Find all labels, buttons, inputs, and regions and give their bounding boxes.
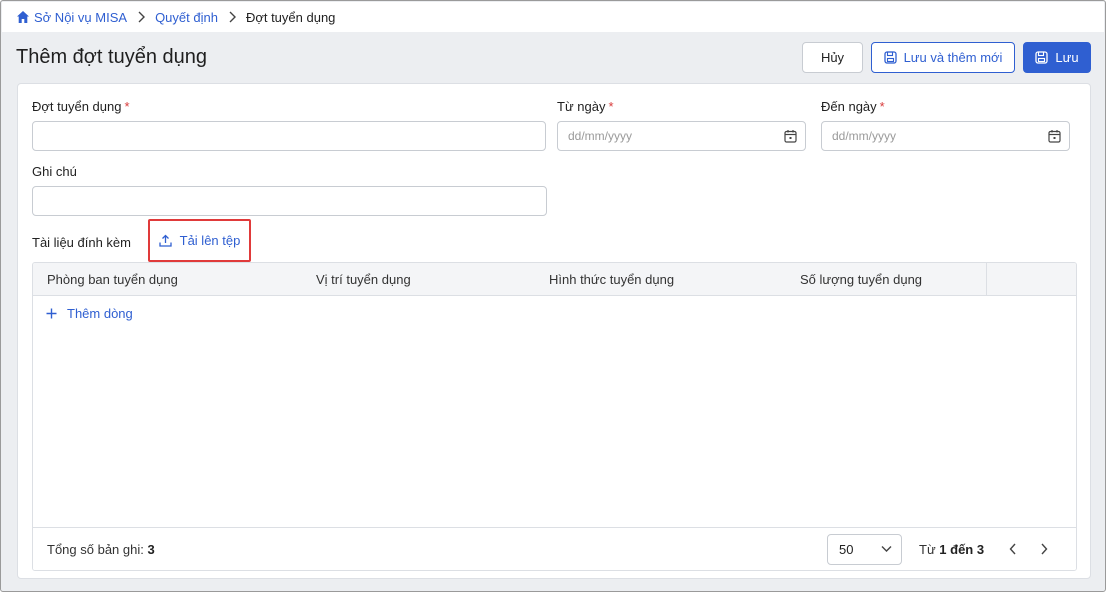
to-date-label-text: Đến ngày (821, 99, 877, 114)
save-label: Lưu (1055, 50, 1079, 65)
page-range: Từ 1 đến 3 (919, 542, 984, 557)
upload-file-button[interactable]: Tải lên tệp (148, 219, 251, 262)
add-row-label: Thêm dòng (67, 306, 133, 321)
breadcrumb-current: Đợt tuyển dụng (245, 9, 336, 25)
chevron-right-icon (228, 11, 236, 23)
column-divider (986, 263, 987, 296)
column-header-quantity[interactable]: Số lượng tuyển dụng (800, 272, 922, 287)
required-mark: * (124, 99, 130, 114)
calendar-icon[interactable] (1048, 129, 1061, 143)
total-records-label: Tổng số bản ghi: (47, 542, 144, 557)
to-date-label: Đến ngày * (821, 99, 885, 114)
from-date-input[interactable]: dd/mm/yyyy (557, 121, 806, 151)
chevron-down-icon (881, 545, 892, 553)
from-date-label: Từ ngày * (557, 99, 614, 114)
app-window: Sở Nội vụ MISA Quyết định Đợt tuyển dụng… (0, 0, 1106, 592)
batch-label-text: Đợt tuyển dụng (32, 99, 122, 114)
batch-input[interactable] (32, 121, 546, 151)
prev-page-button[interactable] (1004, 540, 1022, 558)
grid-footer: Tổng số bản ghi: 3 50 Từ 1 đến 3 (33, 527, 1076, 570)
breadcrumb-item-home[interactable]: Sở Nội vụ MISA (34, 10, 127, 25)
from-date-placeholder: dd/mm/yyyy (568, 129, 633, 143)
range-prefix: Từ (919, 542, 936, 557)
form-card: Đợt tuyển dụng * Từ ngày * dd/mm/yyyy Đến … (17, 83, 1091, 579)
to-date-input[interactable]: dd/mm/yyyy (821, 121, 1070, 151)
upload-icon (158, 234, 172, 247)
breadcrumb: Sở Nội vụ MISA Quyết định Đợt tuyển dụng (2, 2, 1104, 32)
save-icon (883, 51, 897, 64)
page-size-value: 50 (839, 542, 854, 557)
column-header-position[interactable]: Vị trí tuyển dụng (316, 272, 411, 287)
range-to: 3 (976, 542, 985, 557)
chevron-left-icon (1009, 543, 1017, 555)
save-button[interactable]: Lưu (1023, 42, 1091, 73)
attachments-label: Tài liệu đính kèm (32, 235, 131, 250)
grid-header: Phòng ban tuyển dụng Vị trí tuyển dụng H… (33, 263, 1076, 296)
page-title: Thêm đợt tuyển dụng (16, 46, 208, 68)
home-icon[interactable] (16, 10, 30, 24)
range-mid: đến (950, 542, 974, 557)
batch-label: Đợt tuyển dụng * (32, 99, 130, 114)
required-mark: * (879, 99, 885, 114)
save-and-new-label: Lưu và thêm mới (903, 50, 1003, 65)
to-date-placeholder: dd/mm/yyyy (832, 129, 897, 143)
add-row-button[interactable]: Thêm dòng (46, 306, 133, 321)
breadcrumb-item-decision[interactable]: Quyết định (155, 10, 218, 25)
chevron-right-icon (1040, 543, 1048, 555)
next-page-button[interactable] (1035, 540, 1053, 558)
save-and-new-button[interactable]: Lưu và thêm mới (871, 42, 1015, 73)
cancel-button-label: Hủy (820, 50, 845, 65)
plus-icon (46, 308, 57, 319)
chevron-right-icon (137, 11, 146, 23)
total-records-value: 3 (147, 542, 155, 557)
note-input[interactable] (32, 186, 547, 216)
calendar-icon[interactable] (784, 129, 797, 143)
recruitment-grid: Phòng ban tuyển dụng Vị trí tuyển dụng H… (32, 262, 1077, 571)
cancel-button[interactable]: Hủy (802, 42, 863, 73)
upload-file-label: Tải lên tệp (179, 233, 241, 248)
column-header-department[interactable]: Phòng ban tuyển dụng (47, 272, 178, 287)
total-records: Tổng số bản ghi: 3 (47, 542, 155, 557)
save-icon (1035, 51, 1049, 64)
column-header-form[interactable]: Hình thức tuyển dụng (549, 272, 674, 287)
note-label: Ghi chú (32, 164, 77, 179)
range-from: 1 (939, 542, 947, 557)
from-date-label-text: Từ ngày (557, 99, 606, 114)
required-mark: * (608, 99, 614, 114)
page-size-select[interactable]: 50 (827, 534, 902, 565)
